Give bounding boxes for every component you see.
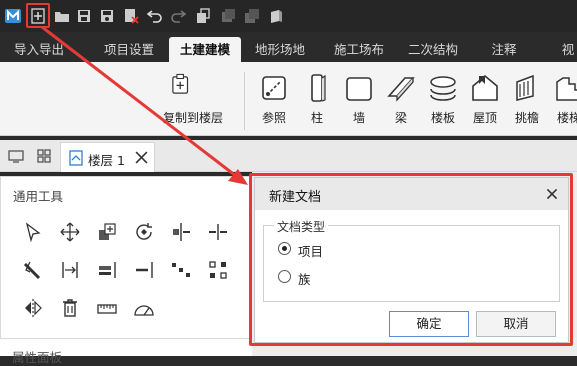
split-icon[interactable] [205,219,231,245]
copy-icon[interactable] [193,6,213,26]
stack-icon[interactable] [242,6,262,26]
dialog-highlight-frame [249,173,573,346]
rotate-icon[interactable] [131,219,157,245]
panel-title: 通用工具 [13,189,64,204]
mirror-icon[interactable] [20,295,46,321]
slab-icon [430,76,456,101]
properties-panel-header: 属性面板 [0,338,252,365]
save-icon[interactable] [74,6,94,26]
document-tab-strip: 楼层 1 [0,140,577,172]
window-icon[interactable] [8,148,24,164]
angle-icon[interactable] [131,295,157,321]
eaves-icon [516,74,534,101]
beam-icon [387,77,415,102]
open-folder-icon[interactable] [52,6,72,26]
reference-button[interactable]: 参照 [254,72,294,126]
measure-icon[interactable] [94,295,120,321]
tab-annotation[interactable]: 注释 [478,37,530,62]
ribbon-separator [244,72,245,130]
eaves-label: 挑檐 [514,111,539,125]
tab-view[interactable]: 视 [556,37,577,62]
wall-icon [346,77,372,101]
column-button[interactable]: 柱 [297,72,337,126]
stairs-icon [556,77,577,101]
layer-icon[interactable] [218,6,238,26]
slab-label: 楼板 [430,111,455,125]
array-icon[interactable] [168,257,194,283]
tab-site-layout[interactable]: 施工场布 [323,37,395,62]
tab-secondary-structure[interactable]: 二次结构 [397,37,469,62]
wall-label: 墙 [352,111,365,125]
redo-icon[interactable] [168,6,188,26]
app-logo-icon[interactable] [3,6,23,26]
undo-icon[interactable] [145,6,165,26]
copy-add-icon[interactable] [94,219,120,245]
column-label: 柱 [310,111,323,125]
doc-tab-label: 楼层 1 [88,153,125,168]
stairs-button[interactable]: 楼梯 [549,72,577,126]
grid-view-icon[interactable] [36,148,52,164]
ribbon-panel: 复制到楼层 参照 柱 墙 梁 楼板 屋顶 挑檐 楼梯 [0,62,577,136]
offset-icon[interactable] [57,257,83,283]
close-document-icon[interactable] [121,6,141,26]
reference-icon [262,76,286,100]
roof-button[interactable]: 屋顶 [465,72,505,126]
grid-array-icon[interactable] [205,257,231,283]
properties-panel-title: 属性面板 [12,350,63,365]
beam-label: 梁 [394,111,407,125]
reference-label: 参照 [261,111,286,125]
extend-left-icon[interactable] [94,257,120,283]
wall-button[interactable]: 墙 [339,72,379,126]
floor-document-icon [69,150,83,166]
tab-floor-1[interactable]: 楼层 1 [60,142,155,172]
beam-button[interactable]: 梁 [381,72,421,126]
move-icon[interactable] [57,219,83,245]
cube-icon[interactable] [266,6,286,26]
close-tab-icon[interactable] [135,151,148,164]
tab-import-export[interactable]: 导入导出 [3,37,75,62]
copy-to-floor-label: 复制到楼层 [162,111,223,125]
general-tools-panel: 通用工具 [0,176,252,356]
extend-right-icon[interactable] [131,257,157,283]
column-icon [311,74,326,102]
eaves-button[interactable]: 挑檐 [507,72,547,126]
trim-icon[interactable] [20,257,46,283]
copy-to-floor-icon [172,73,189,94]
roof-label: 屋顶 [472,111,497,125]
ribbon-tab-bar: 导入导出 项目设置 土建建模 地形场地 施工场布 二次结构 注释 视 [0,37,577,62]
quick-access-toolbar [0,0,577,32]
roof-icon [472,74,498,101]
stairs-label: 楼梯 [556,111,577,125]
slab-button[interactable]: 楼板 [423,72,463,126]
copy-to-floor-button[interactable]: 复制到楼层 [160,72,226,126]
tab-project-settings[interactable]: 项目设置 [93,37,165,62]
save-as-icon[interactable] [97,6,117,26]
tab-civil-modeling[interactable]: 土建建模 [169,37,241,62]
tab-terrain-site[interactable]: 地形场地 [244,37,316,62]
select-arrow-icon[interactable] [20,219,46,245]
delete-icon[interactable] [57,295,83,321]
new-document-highlight [26,3,50,28]
align-icon[interactable] [168,219,194,245]
